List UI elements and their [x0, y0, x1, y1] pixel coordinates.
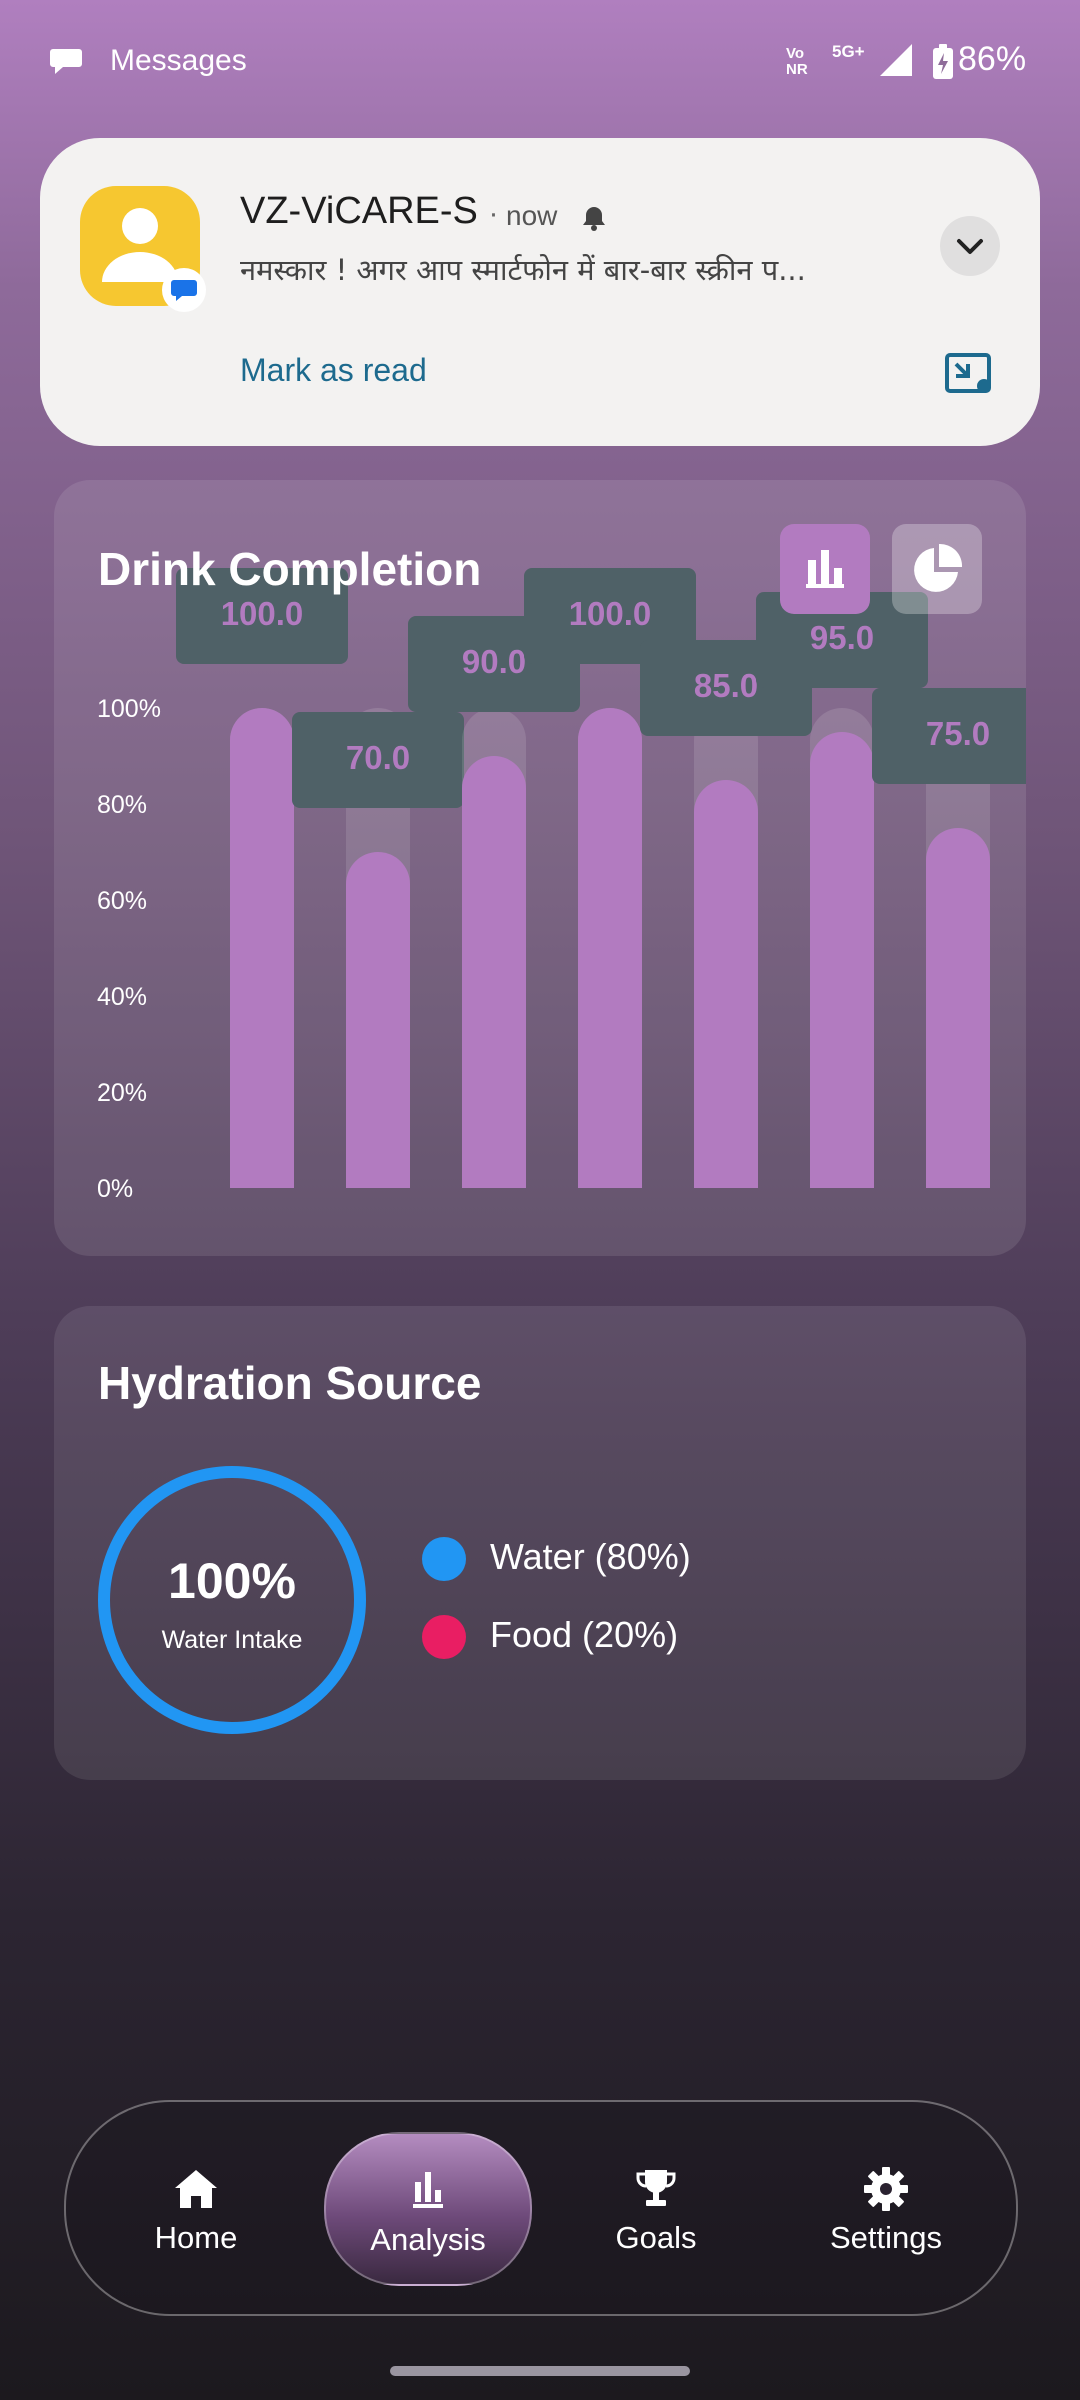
- home-icon: [175, 2170, 217, 2208]
- drink-completion-card: 0% 20% 40% 60% 80% 100% 100.0 70.0 90.0 100.0 85.0…: [54, 480, 1026, 1256]
- water-swatch: [422, 1537, 466, 1582]
- bar[interactable]: [810, 732, 874, 1188]
- pie-chart-icon: [914, 543, 963, 592]
- bar-chart-icon: [806, 550, 844, 588]
- nav-analysis[interactable]: Analysis: [324, 2132, 532, 2286]
- y-tick-label: 40%: [97, 983, 147, 1011]
- y-tick-label: 100%: [97, 695, 161, 723]
- nav-goals-label: Goals: [615, 2220, 697, 2255]
- notification-time: now: [506, 200, 558, 231]
- y-tick-label: 60%: [97, 887, 147, 915]
- battery-level: 86%: [958, 40, 1027, 78]
- signal-icon: [880, 44, 912, 76]
- value-label: 95.0: [810, 619, 874, 656]
- nav-home[interactable]: Home: [96, 2102, 296, 2314]
- bottom-navigation: Home Analysis Goals Settings: [64, 2100, 1018, 2316]
- food-swatch: [422, 1615, 466, 1660]
- y-tick-label: 0%: [97, 1175, 133, 1203]
- mark-as-read-button[interactable]: Mark as read: [240, 352, 427, 389]
- pop-out-icon[interactable]: [944, 352, 994, 396]
- nav-settings[interactable]: Settings: [786, 2102, 986, 2314]
- bar[interactable]: [578, 708, 642, 1188]
- trophy-icon: [636, 2170, 676, 2206]
- legend-water-label: Water (80%): [490, 1536, 691, 1577]
- bar[interactable]: [230, 708, 294, 1188]
- value-label: 75.0: [926, 715, 990, 752]
- water-intake-label: Water Intake: [161, 1626, 303, 1654]
- nav-goals[interactable]: Goals: [556, 2102, 756, 2314]
- water-intake-value: 100%: [168, 1553, 296, 1609]
- volte-indicator: Vo NR: [786, 45, 808, 78]
- bar[interactable]: [346, 852, 410, 1188]
- home-indicator[interactable]: [390, 2366, 690, 2376]
- chevron-down-icon: [957, 239, 983, 254]
- y-tick-label: 20%: [97, 1079, 147, 1107]
- value-label: 70.0: [346, 739, 410, 776]
- legend-food-label: Food (20%): [490, 1614, 679, 1655]
- gear-icon: [864, 2167, 908, 2211]
- notification-sender: VZ-ViCARE-S ·: [240, 190, 499, 232]
- status-app-name: Messages: [110, 44, 247, 77]
- bar-chart-toggle[interactable]: [780, 524, 870, 614]
- legend-food: Food (20%): [422, 1614, 679, 1660]
- bar[interactable]: [462, 756, 526, 1188]
- nav-home-label: Home: [154, 2220, 238, 2255]
- messages-icon: [50, 49, 82, 74]
- bar[interactable]: [926, 828, 990, 1188]
- y-tick-label: 80%: [97, 791, 147, 819]
- nav-analysis-label: Analysis: [370, 2222, 486, 2257]
- value-label: 90.0: [462, 643, 526, 680]
- drink-completion-title: Drink Completion: [98, 543, 482, 595]
- value-label: 100.0: [569, 595, 652, 632]
- drink-completion-chart: 0% 20% 40% 60% 80% 100% 100.0 70.0 90.0 100.0 85.0…: [97, 568, 1026, 1203]
- hydration-source-card: Hydration Source 100% Water Intake Water…: [54, 1306, 1026, 1780]
- bar[interactable]: [694, 780, 758, 1188]
- network-type: 5G+: [832, 42, 865, 61]
- message-badge-icon: [162, 268, 206, 312]
- legend-water: Water (80%): [422, 1536, 691, 1582]
- analysis-icon: [413, 2172, 443, 2208]
- pie-chart-toggle[interactable]: [892, 524, 982, 614]
- bell-icon: [583, 207, 605, 231]
- value-label: 85.0: [694, 667, 758, 704]
- notification-body: नमस्कार ! अगर आप स्मार्टफोन में बार-बार …: [240, 253, 806, 287]
- hydration-title: Hydration Source: [98, 1357, 482, 1409]
- notification-card[interactable]: VZ-ViCARE-S · now नमस्कार ! अगर आप स्मार…: [40, 138, 1040, 446]
- nav-settings-label: Settings: [829, 2220, 942, 2255]
- value-label: 100.0: [221, 595, 304, 632]
- status-bar: Messages Vo NR 5G+ 86%: [0, 0, 1080, 130]
- expand-button[interactable]: [940, 216, 1000, 276]
- battery-icon: [933, 44, 953, 79]
